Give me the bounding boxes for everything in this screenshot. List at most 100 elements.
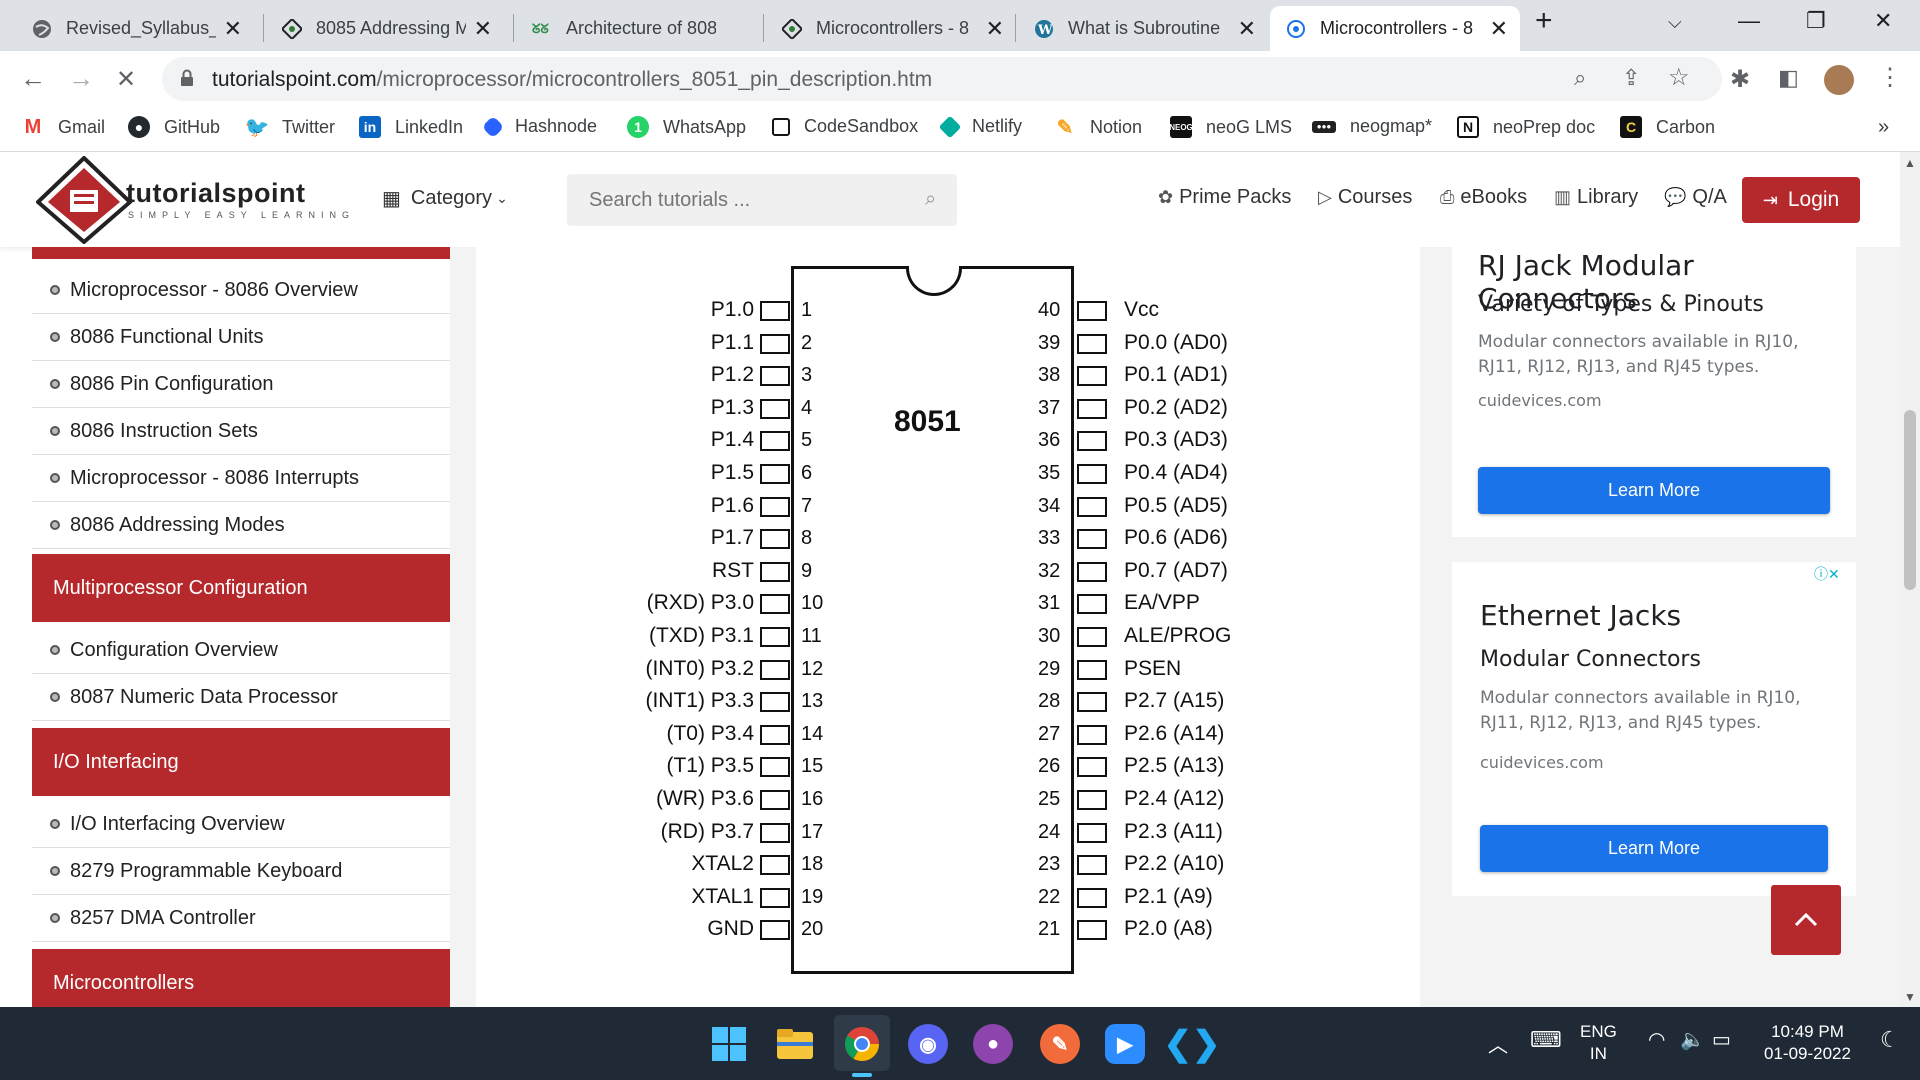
bookmark-neoprep[interactable]: NneoPrep doc	[1457, 116, 1595, 138]
nav-library[interactable]: ▥ Library	[1554, 186, 1638, 209]
menu-icon[interactable]: ⋮	[1878, 63, 1902, 92]
share-icon[interactable]: ⇪	[1622, 65, 1640, 91]
clock[interactable]: 10:49 PM 01-09-2022	[1764, 1021, 1851, 1065]
zoom-app-icon[interactable]: ▶	[1105, 1024, 1145, 1064]
sidebar-item-io-overview[interactable]: I/O Interfacing Overview	[32, 801, 450, 848]
minimize-icon[interactable]: —	[1738, 8, 1760, 34]
bookmarks-bar: M Gmail ● GitHub 🐦 Twitter in LinkedIn Hashn…	[0, 107, 1920, 152]
tab-architecture[interactable]: ᘜᘜ Architecture of 808 ✕	[516, 6, 754, 51]
language-indicator[interactable]: ENG IN	[1580, 1021, 1617, 1065]
sidebar-section-io-interfacing[interactable]: I/O Interfacing	[32, 728, 450, 796]
close-icon[interactable]: ✕	[224, 16, 242, 42]
pin-box	[760, 333, 790, 354]
bookmark-linkedin[interactable]: in LinkedIn	[359, 116, 463, 138]
bookmark-star-icon[interactable]: ☆	[1668, 63, 1690, 92]
tab-syllabus[interactable]: Revised_Syllabus_fc ✕	[16, 6, 254, 51]
profile-avatar[interactable]	[1824, 65, 1854, 95]
scrollbar-thumb[interactable]	[1904, 410, 1916, 590]
bookmark-twitter[interactable]: 🐦 Twitter	[245, 116, 335, 139]
ad-domain[interactable]: cuidevices.com	[1478, 391, 1602, 410]
bookmark-github[interactable]: ● GitHub	[128, 116, 220, 138]
learn-more-button[interactable]: Learn More	[1478, 467, 1830, 514]
bookmark-hashnode[interactable]: Hashnode	[481, 115, 597, 138]
more-bookmarks-icon[interactable]: »	[1878, 116, 1889, 139]
bookmark-neogmap[interactable]: ●●● neogmap*	[1312, 116, 1432, 137]
ad-domain[interactable]: cuidevices.com	[1480, 753, 1604, 772]
tab-8085-addressing[interactable]: 8085 Addressing M ✕	[266, 6, 504, 51]
search-input[interactable]	[589, 186, 909, 214]
extensions-icon[interactable]: ✱	[1730, 65, 1750, 94]
tab-subroutine[interactable]: W What is Subroutine ✕	[1018, 6, 1268, 51]
zoom-icon[interactable]: ⌕	[1574, 65, 1586, 91]
sidebar-item-8087[interactable]: 8087 Numeric Data Processor	[32, 674, 450, 721]
back-icon[interactable]: ←	[20, 63, 46, 94]
sidebar-item-8086-overview[interactable]: Microprocessor - 8086 Overview	[32, 267, 450, 314]
category-dropdown[interactable]: ▦ Category ⌄	[382, 186, 508, 211]
chat-icon: 💬	[1664, 187, 1687, 207]
sidebar-item-instruction-sets[interactable]: 8086 Instruction Sets	[32, 408, 450, 455]
tab-microcontrollers-active[interactable]: Microcontrollers - 8 ✕	[1270, 6, 1520, 51]
wifi-icon[interactable]: ◠	[1648, 1027, 1665, 1052]
login-button[interactable]: ⇥ Login	[1742, 177, 1860, 223]
forward-icon[interactable]: →	[68, 63, 94, 94]
vscode-icon[interactable]: ❮❯	[1164, 1024, 1221, 1064]
volume-icon[interactable]: 🔈	[1680, 1027, 1705, 1052]
chevron-down-icon[interactable]: ⌵	[1668, 12, 1682, 33]
sidebar-item-8279[interactable]: 8279 Programmable Keyboard	[32, 848, 450, 895]
sidebar-item-addressing-modes[interactable]: 8086 Addressing Modes	[32, 502, 450, 549]
logo-text[interactable]: tutorialspoint	[126, 178, 305, 209]
close-icon[interactable]: ✕	[986, 16, 1004, 42]
nav-prime-packs[interactable]: ✿ Prime Packs	[1158, 186, 1291, 209]
sidebar-section-multiprocessor[interactable]: Multiprocessor Configuration	[32, 554, 450, 622]
nav-ebooks[interactable]: ⎙ eBooks	[1440, 186, 1527, 209]
bookmark-neog-lms[interactable]: NEOG neoG LMS	[1169, 116, 1292, 138]
tutorialspoint-logo[interactable]	[36, 156, 132, 244]
github-desktop-icon[interactable]: ●	[973, 1024, 1013, 1064]
bullet-icon	[50, 379, 60, 389]
tray-overflow-icon[interactable]: ︿	[1488, 1029, 1508, 1058]
stop-icon[interactable]: ✕	[116, 65, 136, 94]
nav-courses[interactable]: ▷ Courses	[1318, 186, 1412, 209]
nav-qa[interactable]: 💬 Q/A	[1664, 186, 1727, 209]
notifications-icon[interactable]: ☾	[1880, 1027, 1900, 1053]
bookmark-codesandbox[interactable]: CodeSandbox	[772, 116, 918, 137]
search-icon[interactable]: ⌕	[925, 188, 936, 211]
ad-choices-icon[interactable]: ⓘ✕	[1814, 564, 1840, 584]
bookmark-netlify[interactable]: Netlify	[938, 115, 1022, 138]
pin-box	[760, 431, 790, 452]
address-bar[interactable]: tutorialspoint.com/microprocessor/microc…	[162, 57, 1722, 101]
sidebar-section-microcontrollers[interactable]: Microcontrollers	[32, 949, 450, 1007]
tab-microcontrollers-1[interactable]: Microcontrollers - 8 ✕	[766, 6, 1016, 51]
postman-icon[interactable]: ✎	[1040, 1024, 1080, 1064]
learn-more-button[interactable]: Learn More	[1480, 825, 1828, 872]
start-icon[interactable]	[709, 1024, 749, 1064]
hashnode-icon	[481, 115, 505, 138]
restore-icon[interactable]: ❐	[1806, 8, 1826, 34]
close-window-icon[interactable]: ✕	[1874, 8, 1892, 34]
chrome-icon[interactable]	[842, 1024, 882, 1064]
battery-icon[interactable]: ▭	[1712, 1027, 1731, 1052]
bookmark-notion[interactable]: ✎ Notion	[1054, 116, 1142, 139]
pin-box	[1077, 724, 1107, 745]
close-icon[interactable]: ✕	[1238, 16, 1256, 42]
sidebar-item-functional-units[interactable]: 8086 Functional Units	[32, 314, 450, 361]
sidebar-item-8257[interactable]: 8257 DMA Controller	[32, 895, 450, 942]
close-icon[interactable]: ✕	[474, 16, 492, 42]
sidebar-item-interrupts[interactable]: Microprocessor - 8086 Interrupts	[32, 455, 450, 502]
pin-box	[1077, 887, 1107, 908]
ad-title[interactable]: Ethernet Jacks	[1480, 599, 1681, 632]
sidebar-item-configuration-overview[interactable]: Configuration Overview	[32, 627, 450, 674]
scroll-up-arrow[interactable]: ▲	[1904, 156, 1916, 170]
file-explorer-icon[interactable]	[775, 1024, 815, 1064]
side-panel-icon[interactable]: ◧	[1778, 65, 1799, 91]
keyboard-icon[interactable]: ⌨	[1530, 1027, 1562, 1053]
scroll-down-arrow[interactable]: ▼	[1904, 990, 1916, 1004]
bookmark-gmail[interactable]: M Gmail	[22, 116, 105, 138]
sidebar-item-pin-configuration[interactable]: 8086 Pin Configuration	[32, 361, 450, 408]
new-tab-icon[interactable]: +	[1535, 4, 1553, 38]
back-to-top-button[interactable]	[1771, 885, 1841, 955]
discord-icon[interactable]: ◉	[908, 1024, 948, 1064]
bookmark-whatsapp[interactable]: 1 WhatsApp	[627, 116, 746, 138]
bookmark-carbon[interactable]: C Carbon	[1620, 116, 1715, 138]
close-icon[interactable]: ✕	[1490, 16, 1508, 42]
